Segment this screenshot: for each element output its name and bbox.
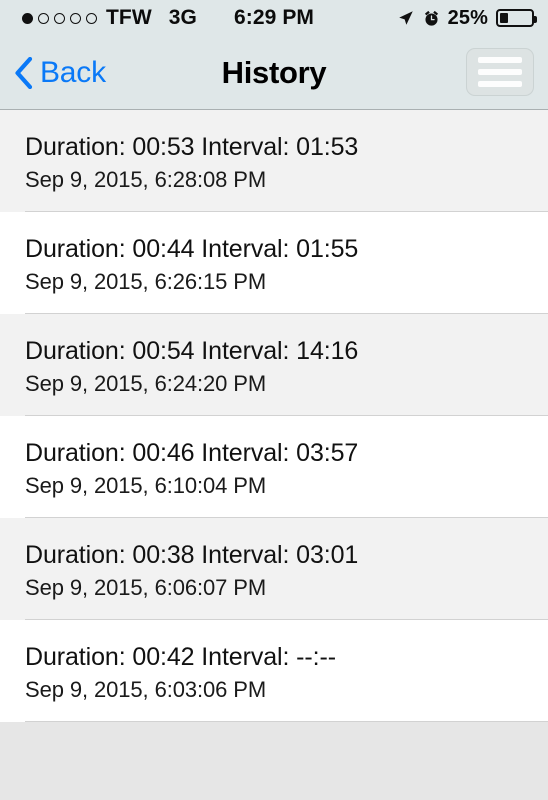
history-row-timestamp: Sep 9, 2015, 6:26:15 PM [25,268,267,294]
battery-icon [496,9,537,27]
history-row[interactable]: Duration: 00:38 Interval: 03:01 Sep 9, 20… [0,518,548,620]
signal-strength-icon [22,12,97,24]
history-row[interactable]: Duration: 00:53 Interval: 01:53 Sep 9, 20… [0,110,548,212]
alarm-clock-icon [424,10,438,26]
network-type-label: 3G [168,6,197,29]
history-row[interactable]: Duration: 00:44 Interval: 01:55 Sep 9, 20… [0,212,548,314]
hamburger-menu-button[interactable] [466,48,534,96]
signal-dot-3 [54,12,65,24]
battery-percent-label: 25% [447,6,488,29]
hamburger-menu-icon-line-2 [478,69,522,75]
history-row-title: Duration: 00:53 Interval: 01:53 [25,133,359,161]
list-footer-empty-area [0,722,548,797]
page-title-label: History [221,54,327,90]
status-bar-right: 25% [397,6,537,30]
signal-dot-1 [22,12,33,24]
history-list[interactable]: Duration: 00:53 Interval: 01:53 Sep 9, 20… [0,110,548,722]
history-row-title: Duration: 00:42 Interval: --:-- [25,643,336,671]
clock-label: 6:29 PM [233,6,315,29]
history-row-timestamp: Sep 9, 2015, 6:24:20 PM [25,370,267,396]
status-bar: TFW 3G 6:29 PM 25% [0,0,548,36]
status-bar-left: TFW 3G [22,6,197,30]
history-row-timestamp: Sep 9, 2015, 6:03:06 PM [25,676,267,702]
hamburger-menu-icon-line-3 [478,81,522,87]
hamburger-menu-icon [478,57,522,63]
history-row-timestamp: Sep 9, 2015, 6:28:08 PM [25,166,267,192]
history-row-title: Duration: 00:54 Interval: 14:16 [25,337,359,365]
back-button-label: Back [40,55,106,89]
carrier-label: TFW [106,6,152,29]
signal-dot-4 [70,12,81,24]
location-arrow-icon [398,11,413,25]
navigation-bar: Back History [0,36,548,110]
signal-dot-5 [86,12,97,24]
history-row[interactable]: Duration: 00:46 Interval: 03:57 Sep 9, 20… [0,416,548,518]
battery-fill [500,13,508,23]
history-row-timestamp: Sep 9, 2015, 6:10:04 PM [25,472,267,498]
history-row[interactable]: Duration: 00:54 Interval: 14:16 Sep 9, 20… [0,314,548,416]
history-row-title: Duration: 00:38 Interval: 03:01 [25,541,359,569]
chevron-left-icon [15,56,33,89]
back-button[interactable]: Back [14,56,106,90]
history-row-title: Duration: 00:44 Interval: 01:55 [25,235,359,263]
signal-dot-2 [38,12,49,24]
history-row-title: Duration: 00:46 Interval: 03:57 [25,439,359,467]
history-row[interactable]: Duration: 00:42 Interval: --:-- Sep 9, 20… [0,620,548,722]
app-screen: TFW 3G 6:29 PM 25% Back History Duration… [0,0,548,800]
history-row-timestamp: Sep 9, 2015, 6:06:07 PM [25,574,267,600]
